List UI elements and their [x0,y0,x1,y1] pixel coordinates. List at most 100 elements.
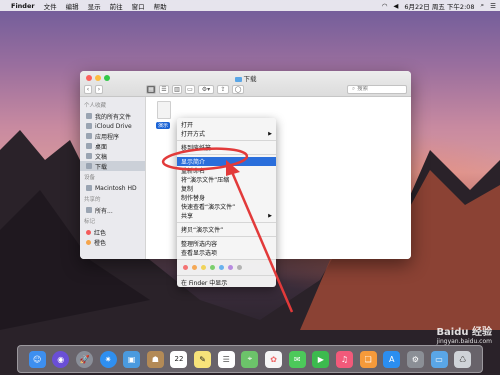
menu-separator [177,275,276,276]
menu-bar: Finder 文件 编辑 显示 前往 窗口 帮助 ◠ ◀ 6月22日 周五 下午… [0,0,500,11]
menu-item-label: 拷贝“演示文件” [181,227,224,234]
menu-item-label: 打开 [181,122,194,129]
menu-edit[interactable]: 编辑 [66,1,79,11]
sidebar-item-documents[interactable]: 文稿 [80,151,145,161]
photos-icon[interactable]: ✿ [265,350,283,368]
sidebar-item-desktop[interactable]: 桌面 [80,141,145,151]
tag-color-row [177,262,276,273]
sidebar-item-downloads[interactable]: 下载 [80,161,145,171]
tag-color-dot[interactable] [183,265,188,270]
notification-icon[interactable]: ☰ [490,2,496,10]
icon-view-button[interactable]: ▦ [146,84,156,94]
submenu-arrow-icon: ▶ [268,130,272,137]
books-icon[interactable]: ❏ [359,350,377,368]
appstore-icon[interactable]: A [383,350,401,368]
calendar-icon[interactable]: 22 [170,350,188,368]
share-button[interactable]: ⇪ [217,84,229,94]
arrange-button[interactable]: ⚙▾ [198,84,214,94]
menubar-clock[interactable]: 6月22日 周五 下午2:08 [404,1,474,11]
document-icon[interactable] [157,101,171,119]
trash-icon[interactable]: ♺ [454,350,472,368]
music-icon[interactable]: ♫ [335,350,353,368]
sidebar-item-all-files[interactable]: 我的所有文件 [80,111,145,121]
menu-item[interactable]: 整理所选内容 [177,239,276,248]
tag-color-dot[interactable] [219,265,224,270]
menu-item-label: 查看显示选项 [181,250,218,257]
menu-help[interactable]: 帮助 [154,1,167,11]
sidebar-item-tag-orange[interactable]: 橙色 [80,237,145,247]
menu-item[interactable]: 制作替身 [177,193,276,202]
sidebar-item-macintosh-hd[interactable]: Macintosh HD [80,183,145,193]
menu-item[interactable]: 重新命名 [177,166,276,175]
spotlight-icon[interactable]: ⌕ [481,1,485,10]
download-icon [86,163,92,169]
menu-item-label: 在 Finder 中显示 [181,280,228,287]
menu-item[interactable]: 打开 [177,120,276,129]
menu-window[interactable]: 窗口 [132,1,145,11]
search-input[interactable] [357,86,404,92]
sidebar-item-tag-red[interactable]: 红色 [80,227,145,237]
facetime-icon[interactable]: ▶ [312,350,330,368]
desktop-icon [86,143,92,149]
menu-item-label: 快速查看“演示文件” [181,204,236,211]
finder-icon[interactable]: ☺ [28,350,46,368]
launchpad-icon[interactable]: 🚀 [75,350,93,368]
back-button[interactable]: ‹ [84,84,92,94]
tag-color-dot[interactable] [237,265,242,270]
menu-separator [177,140,276,141]
tag-color-dot[interactable] [201,265,206,270]
sidebar: 个人收藏 我的所有文件 iCloud Drive 应用程序 桌面 文稿 下载 设… [80,97,146,259]
menu-item[interactable]: 在 Finder 中显示 [177,278,276,287]
menu-item-label: 整理所选内容 [181,241,218,248]
photos-app-icon[interactable]: ▣ [123,350,141,368]
menu-item[interactable]: 拷贝“演示文件” [177,225,276,234]
menu-finder[interactable]: Finder [11,2,35,10]
menu-item[interactable]: 查看显示选项 [177,248,276,257]
tag-color-dot[interactable] [192,265,197,270]
sidebar-header-shared: 共享的 [84,197,101,203]
tag-color-dot[interactable] [210,265,215,270]
menu-file[interactable]: 文件 [44,1,57,11]
watermark: Baidu 经验 jingyan.baidu.com [436,327,492,345]
sidebar-header-tags: 标记 [84,219,96,225]
menu-item[interactable]: 复制 [177,184,276,193]
menu-item[interactable]: 将“演示文件”压缩 [177,175,276,184]
volume-icon[interactable]: ◀ [393,2,398,10]
settings-icon[interactable]: ⚙ [406,350,424,368]
menu-item[interactable]: 移到废纸篓 [177,143,276,152]
gallery-view-button[interactable]: ▭ [185,84,195,94]
documents-icon [86,153,92,159]
menu-item[interactable]: 共享 ▶ [177,211,276,221]
wifi-icon[interactable]: ◠ [382,2,388,10]
forward-button[interactable]: › [95,84,103,94]
folder-icon[interactable]: ▭ [430,350,448,368]
menu-view[interactable]: 显示 [88,1,101,11]
file-name-label[interactable]: 演示 [156,122,171,129]
tag-color-dot[interactable] [228,265,233,270]
all-files-icon [86,113,92,119]
menu-item-label: 共享 [181,213,194,220]
column-view-button[interactable]: ▥ [172,84,182,94]
maps-icon[interactable]: ⌖ [241,350,259,368]
menu-item-label: 显示简介 [181,159,206,166]
network-icon [86,207,92,213]
menu-go[interactable]: 前往 [110,1,123,11]
contacts-icon[interactable]: ☗ [146,350,164,368]
red-tag-icon [86,229,91,235]
notes-icon[interactable]: ✎ [194,350,212,368]
menu-item[interactable]: 打开方式 ▶ [177,129,276,139]
sidebar-item-icloud[interactable]: iCloud Drive [80,121,145,131]
menu-item-label: 制作替身 [181,195,206,202]
safari-icon[interactable]: ✷ [99,350,117,368]
siri-icon[interactable]: ◉ [52,350,70,368]
sidebar-item-all-shared[interactable]: 所有... [80,205,145,215]
reminders-icon[interactable]: ☰ [217,350,235,368]
search-field[interactable]: ⌕ [347,84,407,94]
messages-icon[interactable]: ✉ [288,350,306,368]
sidebar-item-applications[interactable]: 应用程序 [80,131,145,141]
menu-item-get-info[interactable]: 显示简介 [177,157,276,166]
list-view-button[interactable]: ☰ [159,84,169,94]
menu-item[interactable]: 快速查看“演示文件” [177,202,276,211]
tags-button[interactable]: ◯ [232,84,244,94]
cloud-icon [86,123,92,129]
